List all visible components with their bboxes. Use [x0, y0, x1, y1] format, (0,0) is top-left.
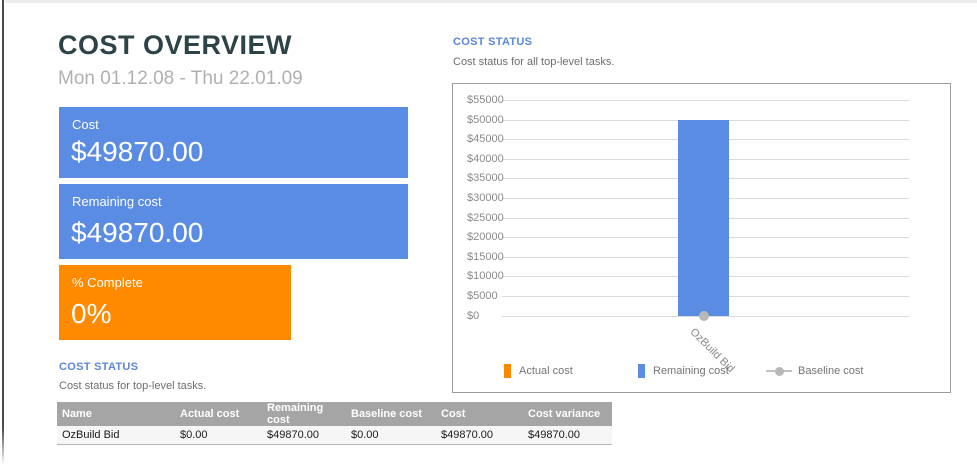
chart-section-heading: COST STATUS [453, 36, 532, 48]
legend-color-swatch [638, 364, 645, 378]
legend-item-remaining-cost[interactable]: Remaining cost [638, 364, 729, 378]
y-axis-tick-label: $35000 [467, 172, 504, 184]
y-axis-tick-label: $20000 [467, 231, 504, 243]
table-cell: OzBuild Bid [57, 426, 175, 445]
y-axis-tick-label: $5000 [467, 290, 498, 302]
cost-status-table: NameActual costRemaining costBaseline co… [57, 402, 612, 445]
table-cell: $49870.00 [523, 426, 612, 445]
kpi-card-label: % Complete [72, 275, 143, 290]
y-axis-tick-label: $25000 [467, 212, 504, 224]
legend-item-actual-cost[interactable]: Actual cost [504, 364, 573, 378]
y-axis-tick-label: $0 [467, 310, 479, 322]
legend-label: Remaining cost [653, 365, 729, 377]
legend-item-baseline-cost[interactable]: Baseline cost [766, 364, 863, 378]
cost-status-chart: $55000 $50000 $45000 $40000 $35000 $30000 $250… [452, 83, 951, 393]
bar-remaining-cost[interactable] [678, 120, 729, 315]
kpi-card-label: Remaining cost [72, 194, 162, 209]
kpi-card-value: $49870.00 [71, 217, 203, 249]
legend-color-swatch [504, 364, 511, 378]
gridline [502, 100, 909, 101]
y-axis-tick-label: $55000 [467, 94, 504, 106]
kpi-card-cost: Cost $49870.00 [59, 107, 408, 178]
table-cell: $0.00 [175, 426, 262, 445]
table-section-subheading: Cost status for top-level tasks. [59, 380, 206, 392]
table-column-header: Remaining cost [262, 402, 346, 426]
chart-section-subheading: Cost status for all top-level tasks. [453, 56, 614, 68]
y-axis-tick-label: $10000 [467, 270, 504, 282]
window-left-edge [2, 0, 4, 465]
baseline-cost-marker[interactable] [699, 311, 709, 321]
y-axis-tick-label: $15000 [467, 251, 504, 263]
legend-label: Actual cost [519, 365, 573, 377]
y-axis-tick-label: $30000 [467, 192, 504, 204]
y-axis-tick-label: $50000 [467, 114, 504, 126]
table-header-row: NameActual costRemaining costBaseline co… [57, 402, 612, 426]
table-column-header: Baseline cost [346, 402, 436, 426]
kpi-card-value: 0% [71, 298, 111, 330]
kpi-card-value: $49870.00 [71, 136, 203, 168]
table-row[interactable]: OzBuild Bid$0.00$49870.00$0.00$49870.00$… [57, 426, 612, 445]
date-range: Mon 01.12.08 - Thu 22.01.09 [58, 68, 303, 90]
legend-label: Baseline cost [798, 365, 863, 377]
kpi-card-label: Cost [72, 117, 99, 132]
table-cell: $0.00 [346, 426, 436, 445]
table-column-header: Name [57, 402, 175, 426]
table-section-heading: COST STATUS [59, 361, 138, 373]
table-column-header: Actual cost [175, 402, 262, 426]
table-column-header: Cost variance [523, 402, 612, 426]
table-column-header: Cost [436, 402, 523, 426]
y-axis-tick-label: $40000 [467, 153, 504, 165]
y-axis-tick-label: $45000 [467, 133, 504, 145]
window-top-strip [5, 0, 977, 3]
page-title: COST OVERVIEW [58, 30, 292, 61]
kpi-card-percent-complete: % Complete 0% [59, 265, 291, 340]
kpi-card-remaining-cost: Remaining cost $49870.00 [59, 184, 408, 259]
legend-line-dot-icon [766, 364, 792, 378]
table-cell: $49870.00 [262, 426, 346, 445]
table-cell: $49870.00 [436, 426, 523, 445]
